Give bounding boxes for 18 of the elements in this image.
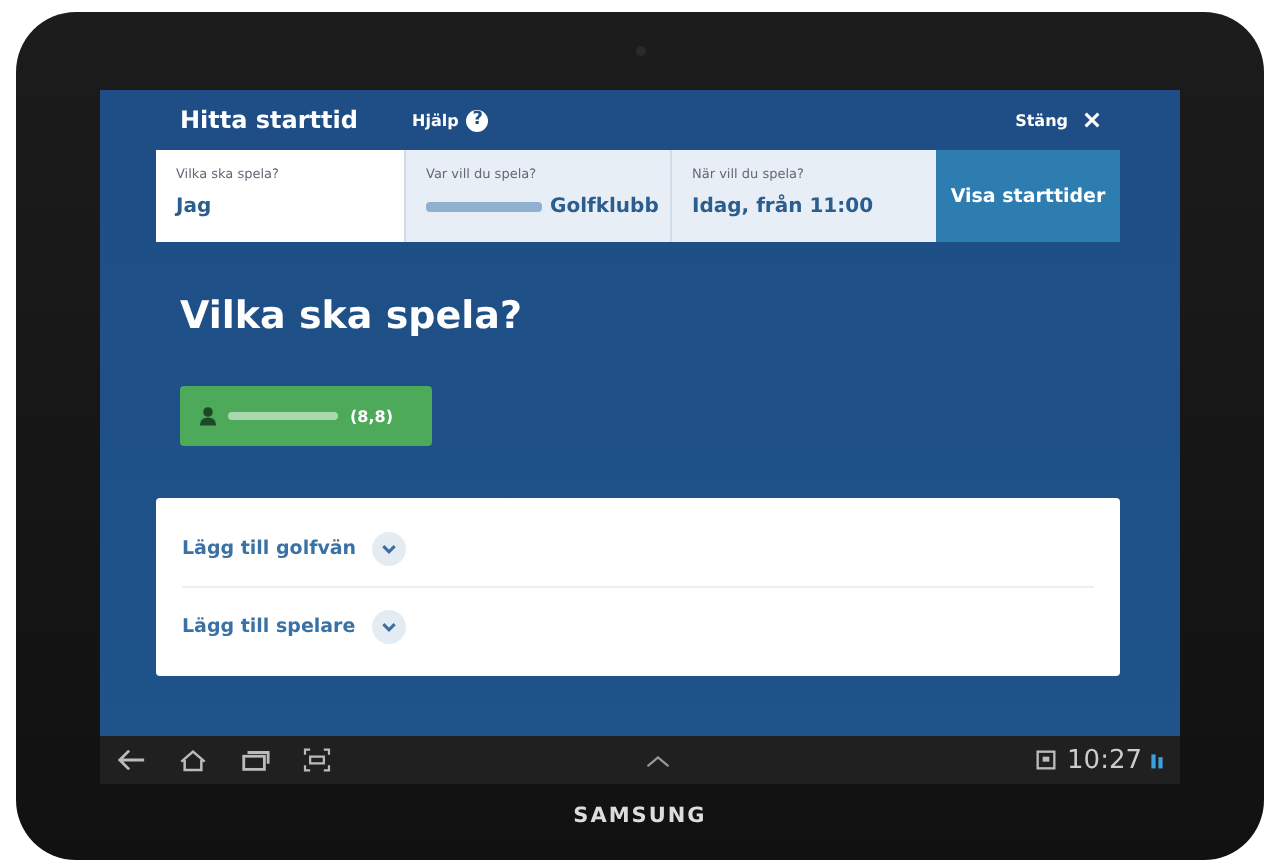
person-icon — [200, 406, 216, 426]
chevron-up-icon[interactable] — [644, 753, 672, 767]
page-title: Hitta starttid — [180, 106, 360, 134]
screenshot-icon[interactable] — [302, 748, 332, 772]
help-link[interactable]: Hjälp ? — [412, 109, 489, 131]
recent-apps-icon[interactable] — [240, 748, 270, 772]
add-link[interactable]: Lägg till golfvän — [182, 510, 407, 586]
close-icon — [1084, 112, 1100, 128]
back-icon[interactable] — [116, 748, 146, 772]
home-icon[interactable] — [178, 748, 208, 772]
add-link[interactable]: Lägg till spelare — [182, 588, 406, 664]
close-button[interactable]: Stäng — [1015, 111, 1100, 129]
clock-time: 10:27 — [1067, 745, 1142, 775]
search-button[interactable]: Visa starttider — [936, 150, 1120, 242]
player-chip[interactable]: (8,8) — [180, 386, 432, 446]
notification-icon[interactable] — [1035, 750, 1056, 770]
section-heading: Vilka ska spela? — [180, 294, 522, 338]
brand-logo: SAMSUNG — [573, 804, 707, 828]
